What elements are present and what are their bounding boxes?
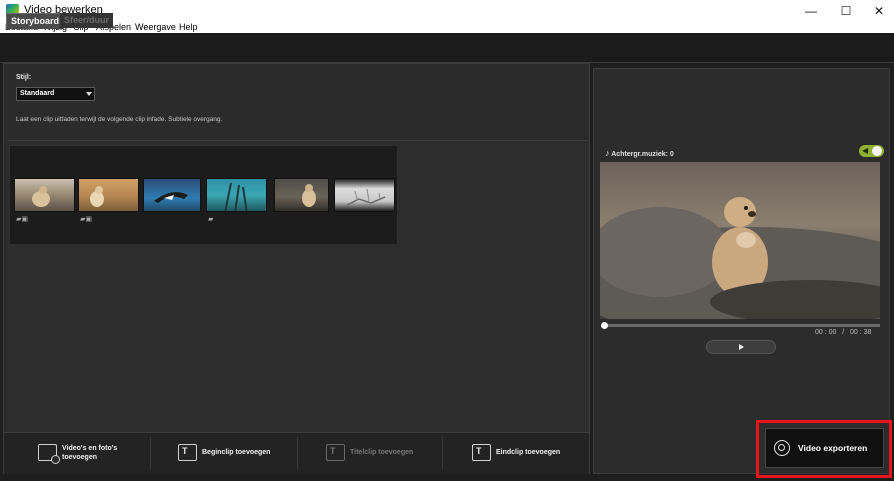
clip-thumbnail-5[interactable] [274,178,329,212]
export-video-label: Video exporteren [798,443,868,453]
add-media-button[interactable]: Video's en foto's toevoegen [38,433,127,472]
divider [150,437,151,469]
video-icon: ▰ [208,216,214,223]
clip-thumbnail-4[interactable] [206,178,267,212]
start-clip-icon: T [178,444,197,461]
video-photo-icon: ▰▣ [80,216,92,223]
end-clip-icon: T [472,444,491,461]
add-media-label: Video's en foto's toevoegen [62,444,118,461]
title-bar [0,0,894,22]
add-start-clip-label: Beginclip toevoegen [202,449,271,456]
seek-bar[interactable] [604,324,880,327]
maximize-button[interactable]: ☐ [830,0,862,21]
time-readout: 00 : 00 / 00 : 38 [815,329,872,336]
tab-sfeer-duur[interactable]: Sfeer/duur [60,13,114,28]
clip-thumbnail-1[interactable] [14,178,75,212]
minimize-button[interactable]: — [795,0,827,21]
close-button[interactable]: ✕ [863,0,894,21]
clip-thumbnail-2[interactable] [78,178,139,212]
music-note-icon: ♪ [605,148,610,158]
divider [297,437,298,469]
seek-handle[interactable] [601,322,608,329]
video-photo-icon: ▰▣ [16,216,28,223]
add-start-clip-button[interactable]: T Beginclip toevoegen [178,433,270,472]
tab-storyboard[interactable]: Storyboard [6,13,65,29]
speaker-icon: ◀ [862,146,869,155]
play-button[interactable] [706,340,776,354]
style-label: Stijl: [16,74,32,81]
play-icon [738,344,744,350]
tab-strip [0,33,894,63]
title-clip-icon: T [326,444,345,461]
video-preview [600,162,880,319]
background-music-label: ♪ Achtergr.muziek: 0 [605,148,674,158]
add-title-clip-button[interactable]: T Titelclip toevoegen [326,433,413,472]
add-title-clip-label: Titelclip toevoegen [350,449,414,456]
menu-help[interactable]: Help [179,21,198,33]
style-description: Laat een clip uitfaden terwijl de volgen… [16,116,223,123]
export-icon [774,440,790,456]
divider [442,437,443,469]
add-end-clip-button[interactable]: T Eindclip toevoegen [472,433,560,472]
style-dropdown-value: Standaard [20,90,55,97]
clip-thumbnail-3[interactable] [143,178,201,212]
background-music-text: Achtergr.muziek: 0 [611,151,674,158]
music-toggle-knob [872,146,882,156]
film-add-icon [38,444,60,464]
menu-weergave[interactable]: Weergave [135,21,176,33]
export-video-button[interactable]: Video exporteren [765,428,884,468]
add-end-clip-label: Eindclip toevoegen [496,449,561,456]
chevron-down-icon [86,92,92,96]
clip-thumbnail-6[interactable] [334,178,395,212]
menu-bar: Bestand Wijzig Clip Afspelen Weergave He… [0,21,894,33]
